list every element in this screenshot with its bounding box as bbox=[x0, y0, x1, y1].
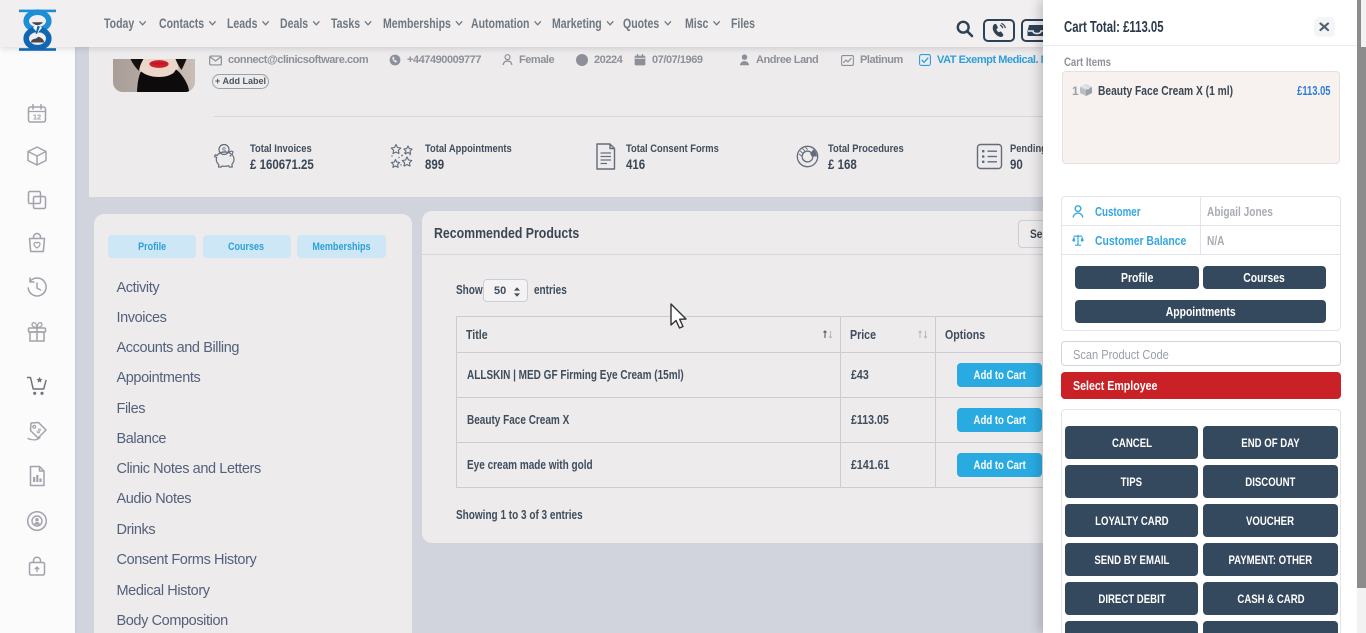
svg-text:12: 12 bbox=[33, 113, 41, 122]
svg-text:$: $ bbox=[222, 145, 227, 154]
